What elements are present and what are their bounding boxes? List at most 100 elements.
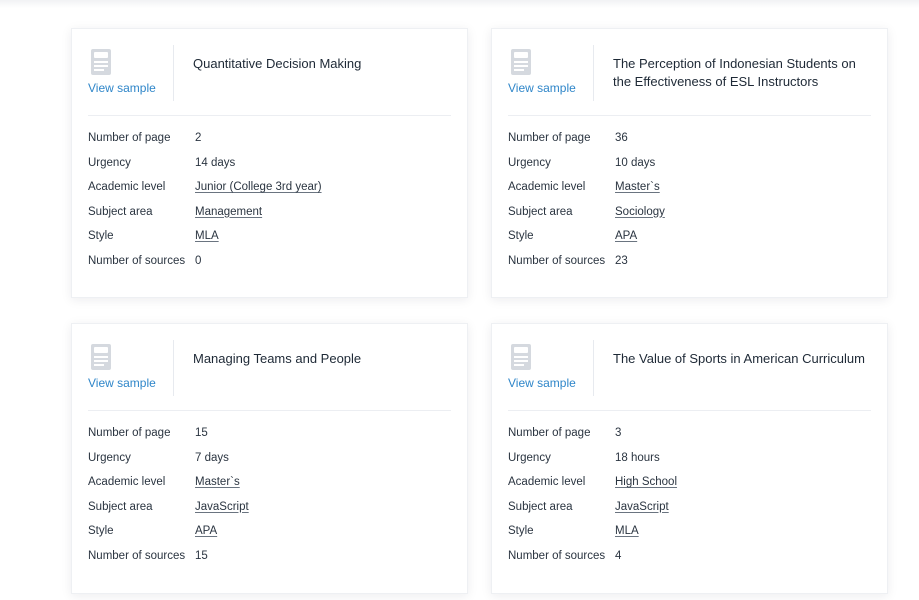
detail-value: 10 days [615,156,656,169]
detail-label: Number of sources [88,549,186,562]
detail-row-sources: Number of sources 15 [88,548,451,564]
detail-label: Subject area [508,500,573,513]
header-divider [173,340,174,396]
detail-value: 18 hours [615,451,660,464]
header-divider [173,45,174,101]
sample-title: The Value of Sports in American Curricul… [613,351,865,366]
detail-row-academic-level: Academic level Junior (College 3rd year) [88,179,451,195]
academic-level-link[interactable]: Master`s [195,474,240,490]
samples-page: View sample Quantitative Decision Making… [0,0,919,600]
card-header: View sample The Value of Sports in Ameri… [492,324,887,410]
sample-card: View sample Managing Teams and People Nu… [71,323,468,594]
detail-row-urgency: Urgency 10 days [508,155,871,171]
detail-row-urgency: Urgency 18 hours [508,450,871,466]
detail-value: 14 days [195,156,236,169]
style-link[interactable]: MLA [195,228,219,244]
detail-label: Style [508,230,534,242]
detail-value: 36 [615,132,628,144]
detail-label: Academic level [508,476,586,488]
sample-card: View sample The Value of Sports in Ameri… [491,323,888,594]
detail-label: Urgency [88,156,131,169]
card-header: View sample Quantitative Decision Making [72,29,467,115]
detail-label: Number of page [508,427,591,439]
sample-details: Number of page 3 Urgency 18 hours Academ… [492,411,887,578]
header-divider [593,45,594,101]
header-shadow [0,0,919,8]
view-sample-link[interactable]: View sample [508,376,576,390]
detail-label: Academic level [88,181,166,193]
detail-label: Number of sources [508,549,606,562]
detail-row-style: Style MLA [88,228,451,244]
academic-level-link[interactable]: High School [615,474,677,490]
subject-area-link[interactable]: JavaScript [195,499,249,515]
detail-label: Subject area [508,205,573,218]
detail-row-pages: Number of page 36 [508,130,871,146]
pdf-document-icon [91,344,111,370]
detail-row-academic-level: Academic level Master`s [508,179,871,195]
detail-label: Number of page [508,132,591,144]
card-header: View sample The Perception of Indonesian… [492,29,887,115]
detail-row-subject: Subject area JavaScript [88,499,451,515]
detail-label: Number of sources [508,254,606,267]
detail-label: Number of page [88,132,171,144]
pdf-document-icon [511,49,531,75]
detail-value: 0 [195,254,202,267]
detail-label: Subject area [88,205,153,218]
detail-row-sources: Number of sources 4 [508,548,871,564]
sample-title: The Perception of Indonesian Students on… [613,56,856,89]
detail-row-subject: Subject area Sociology [508,204,871,220]
view-sample-link[interactable]: View sample [88,376,156,390]
sample-title: Quantitative Decision Making [193,56,362,71]
detail-label: Style [88,230,114,242]
detail-label: Academic level [88,476,166,488]
detail-label: Urgency [88,451,131,464]
sample-title: Managing Teams and People [193,351,362,366]
detail-row-pages: Number of page 2 [88,130,451,146]
detail-value: 15 [195,427,208,439]
detail-row-sources: Number of sources 0 [88,253,451,269]
detail-row-pages: Number of page 15 [88,425,451,441]
academic-level-link[interactable]: Master`s [615,179,660,195]
detail-label: Urgency [508,156,551,169]
style-link[interactable]: APA [195,523,217,539]
detail-value: 15 [195,549,208,562]
detail-row-subject: Subject area Management [88,204,451,220]
sample-details: Number of page 36 Urgency 10 days Academ… [492,116,887,283]
style-link[interactable]: MLA [615,523,639,539]
sample-card: View sample Quantitative Decision Making… [71,28,468,298]
detail-value: 7 days [195,451,229,464]
detail-label: Number of sources [88,254,186,267]
detail-row-style: Style MLA [508,523,871,539]
detail-row-urgency: Urgency 7 days [88,450,451,466]
detail-value: 23 [615,254,628,267]
detail-label: Urgency [508,451,551,464]
detail-row-style: Style APA [508,228,871,244]
detail-row-style: Style APA [88,523,451,539]
pdf-document-icon [91,49,111,75]
detail-value: 4 [615,549,622,562]
card-header: View sample Managing Teams and People [72,324,467,410]
subject-area-link[interactable]: JavaScript [615,499,669,515]
academic-level-link[interactable]: Junior (College 3rd year) [195,179,322,195]
detail-row-academic-level: Academic level High School [508,474,871,490]
style-link[interactable]: APA [615,228,637,244]
detail-label: Subject area [88,500,153,513]
detail-label: Academic level [508,181,586,193]
subject-area-link[interactable]: Sociology [615,204,665,220]
detail-row-urgency: Urgency 14 days [88,155,451,171]
sample-details: Number of page 15 Urgency 7 days Academi… [72,411,467,578]
subject-area-link[interactable]: Management [195,204,262,220]
view-sample-link[interactable]: View sample [508,81,576,95]
detail-label: Style [88,525,114,537]
detail-label: Style [508,525,534,537]
detail-value: 3 [615,427,622,439]
detail-value: 2 [195,132,202,144]
detail-row-pages: Number of page 3 [508,425,871,441]
view-sample-link[interactable]: View sample [88,81,156,95]
detail-row-subject: Subject area JavaScript [508,499,871,515]
detail-label: Number of page [88,427,171,439]
detail-row-sources: Number of sources 23 [508,253,871,269]
detail-row-academic-level: Academic level Master`s [88,474,451,490]
pdf-document-icon [511,344,531,370]
sample-card: View sample The Perception of Indonesian… [491,28,888,298]
